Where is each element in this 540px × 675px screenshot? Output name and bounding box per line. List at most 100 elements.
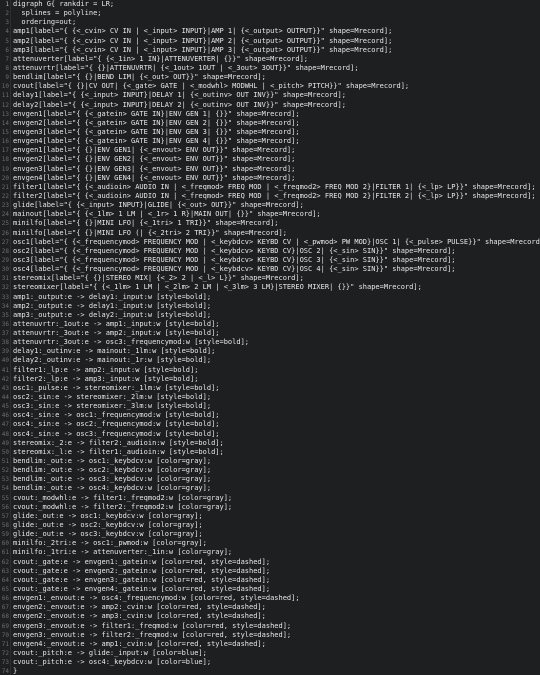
code-text[interactable]: envgen2[label="{ {<_gatein> GATE IN}|ENV… [13, 119, 300, 128]
code-line[interactable]: 4 amp1[label="{ {<_cvin> CV IN | <_input>… [0, 27, 540, 36]
code-text[interactable]: minilfo[label="{ {}|MINI LFO (| {<_2tri>… [13, 229, 287, 238]
code-line[interactable]: 42 filter2:_lp:e -> amp3:_input:w [style=… [0, 375, 540, 384]
code-line[interactable]: 39 delay1:_outinv:e -> mainout:_1lm:w [st… [0, 347, 540, 356]
code-text[interactable]: osc4:_sin:e -> osc2:_frequencymod:w [sty… [13, 420, 220, 429]
code-line[interactable]: 25 minilfo[label="{ {}|MINI LFO| {<_1tri>… [0, 219, 540, 228]
code-text[interactable]: glide:_out:e -> osc1:_keybdcv:w [color=g… [13, 512, 203, 521]
code-line[interactable]: 14 envgen2[label="{ {<_gatein> GATE IN}|E… [0, 119, 540, 128]
code-text[interactable]: delay2:_outinv:e -> mainout:_1r:w [style… [13, 356, 211, 365]
code-text[interactable]: minilfo:_2tri:e -> osc1:_pwmod:w [color=… [13, 539, 207, 548]
code-line[interactable]: 41 filter1:_lp:e -> amp2:_input:w [style=… [0, 366, 540, 375]
code-text[interactable]: cvout:_pitch:e -> glide:_input:w [color=… [13, 649, 207, 658]
code-line[interactable]: 53 bendlim:_out:e -> osc3:_keybdcv:w [col… [0, 475, 540, 484]
code-text[interactable]: cvout:_gate:e -> envgen2:_gatein:w [colo… [13, 567, 270, 576]
code-text[interactable]: attenuvrtr:_1out:e -> amp1:_input:w [sty… [13, 320, 220, 329]
code-text[interactable]: glide:_out:e -> osc2:_keybdcv:w [color=g… [13, 521, 203, 530]
code-line[interactable]: 66 envgen1:_envout:e -> osc4:_frequencymo… [0, 594, 540, 603]
code-text[interactable]: envgen2:_envout:e -> amp3:_cvin:w [color… [13, 612, 266, 621]
code-text[interactable]: envgen2[label="{ {}|ENV GEN2| {<_envout>… [13, 155, 295, 164]
code-text[interactable]: osc4[label="{ {<_frequencymod> FREQUENCY… [13, 265, 456, 274]
code-line[interactable]: 8 attenuvrtr[label="{ {}|ATTENUVRTR| {<_1… [0, 64, 540, 73]
code-line[interactable]: 11 delay1[label="{ {<_input> INPUT}|DELAY… [0, 91, 540, 100]
code-line[interactable]: 18 envgen2[label="{ {}|ENV GEN2| {<_envou… [0, 155, 540, 164]
code-text[interactable]: cvout:_pitch:e -> osc4:_keybdcv:w [color… [13, 658, 211, 667]
code-line[interactable]: 71 envgen4:_envout:e -> amp1:_cvin:w [col… [0, 640, 540, 649]
code-line[interactable]: 31 stereomix[label="{ {}|STEREO MIX| {<_2… [0, 274, 540, 283]
code-line[interactable]: 46 osc4:_sin:e -> osc1:_frequencymod:w [s… [0, 411, 540, 420]
code-line[interactable]: 15 envgen3[label="{ {<_gatein> GATE IN}|E… [0, 128, 540, 137]
code-line[interactable]: 57 glide:_out:e -> osc1:_keybdcv:w [color… [0, 512, 540, 521]
code-text[interactable]: stereomix:_l:e -> filter1:_audioin:w [st… [13, 448, 224, 457]
code-text[interactable]: bendlim:_out:e -> osc4:_keybdcv:w [color… [13, 484, 211, 493]
code-text[interactable]: cvout:_gate:e -> envgen3:_gatein:w [colo… [13, 576, 270, 585]
code-line[interactable]: 28 osc2[label="{ {<_frequencymod> FREQUEN… [0, 247, 540, 256]
code-text[interactable]: envgen4[label="{ {<_gatein> GATE IN}|ENV… [13, 137, 300, 146]
code-text[interactable]: cvout:_gate:e -> envgen1:_gatein:w [colo… [13, 558, 270, 567]
code-line[interactable]: 67 envgen2:_envout:e -> amp2:_cvin:w [col… [0, 603, 540, 612]
code-line[interactable]: 34 amp2:_output:e -> delay1:_input:w [sty… [0, 302, 540, 311]
code-text[interactable]: amp3:_output:e -> delay2:_input:w [style… [13, 311, 211, 320]
code-line[interactable]: 20 envgen4[label="{ {}|ENV GEN4| {<_envou… [0, 174, 540, 183]
code-line[interactable]: 70 envgen3:_envout:e -> filter2:_freqmod:… [0, 631, 540, 640]
code-line[interactable]: 61 minilfo:_1tri:e -> attenuverter:_1in:w… [0, 548, 540, 557]
code-text[interactable]: osc4:_sin:e -> osc3:_frequencymod:w [sty… [13, 430, 220, 439]
code-line[interactable]: 30 osc4[label="{ {<_frequencymod> FREQUEN… [0, 265, 540, 274]
code-text[interactable]: envgen1[label="{ {<_gatein> GATE IN}|ENV… [13, 110, 300, 119]
code-text[interactable]: cvout[label="{ {}|CV OUT| {<_gate> GATE … [13, 82, 409, 91]
code-area[interactable]: 1 digraph G{ rankdir = LR; 2 splines = pol… [0, 0, 540, 675]
code-text[interactable]: filter1:_lp:e -> amp2:_input:w [style=bo… [13, 366, 198, 375]
code-text[interactable]: minilfo[label="{ {}|MINI LFO| {<_1tri> 1… [13, 219, 279, 228]
code-text[interactable]: mainout[label="{ {<_1lm> 1 LM | <_1r> 1 … [13, 210, 321, 219]
code-text[interactable]: attenuverter[label="{ {<_1in> 1 IN}|ATTE… [13, 55, 308, 64]
code-text[interactable]: filter1[label="{ {<_audioin> AUDIO IN | … [13, 183, 536, 192]
code-text[interactable]: envgen3:_envout:e -> filter1:_freqmod:w … [13, 622, 291, 631]
code-text[interactable]: envgen3:_envout:e -> filter2:_freqmod:w … [13, 631, 291, 640]
code-line[interactable]: 29 osc3[label="{ {<_frequencymod> FREQUEN… [0, 256, 540, 265]
code-line[interactable]: 50 stereomix:_l:e -> filter1:_audioin:w [… [0, 448, 540, 457]
code-line[interactable]: 43 osc1:_pulse:e -> stereomixer:_1lm:w [s… [0, 384, 540, 393]
code-text[interactable]: minilfo:_1tri:e -> attenuverter:_1in:w [… [13, 548, 232, 557]
code-text[interactable]: ordering=out; [13, 18, 76, 27]
code-text[interactable]: splines = polyline; [13, 9, 101, 18]
code-text[interactable]: delay1:_outinv:e -> mainout:_1lm:w [styl… [13, 347, 215, 356]
code-line[interactable]: 52 bendlim:_out:e -> osc2:_keybdcv:w [col… [0, 466, 540, 475]
code-line[interactable]: 55 cvout:_modwhl:e -> filter1:_freqmod2:w… [0, 494, 540, 503]
code-text[interactable]: attenuvrtr[label="{ {}|ATTENUVRTR| {<_1o… [13, 64, 359, 73]
code-line[interactable]: 36 attenuvrtr:_1out:e -> amp1:_input:w [s… [0, 320, 540, 329]
code-line[interactable]: 65 cvout:_gate:e -> envgen4:_gatein:w [co… [0, 585, 540, 594]
code-line[interactable]: 10 cvout[label="{ {}|CV OUT| {<_gate> GAT… [0, 82, 540, 91]
code-text[interactable]: attenuvrtr:_3out:e -> amp2:_input:w [sty… [13, 329, 220, 338]
code-line[interactable]: 35 amp3:_output:e -> delay2:_input:w [sty… [0, 311, 540, 320]
code-text[interactable]: glide[label="{ {<_input> INPUT}|GLIDE| {… [13, 201, 304, 210]
code-line[interactable]: 23 glide[label="{ {<_input> INPUT}|GLIDE|… [0, 201, 540, 210]
code-text[interactable]: envgen3[label="{ {<_gatein> GATE IN}|ENV… [13, 128, 300, 137]
code-line[interactable]: 60 minilfo:_2tri:e -> osc1:_pwmod:w [colo… [0, 539, 540, 548]
code-text[interactable]: osc1:_pulse:e -> stereomixer:_1lm:w [sty… [13, 384, 220, 393]
code-text[interactable]: osc2:_sin:e -> stereomixer:_2lm:w [style… [13, 393, 211, 402]
code-line[interactable]: 16 envgen4[label="{ {<_gatein> GATE IN}|E… [0, 137, 540, 146]
code-text[interactable]: stereomix:_2:e -> filter2:_audioin:w [st… [13, 439, 224, 448]
code-text[interactable]: delay1[label="{ {<_input> INPUT}|DELAY 1… [13, 91, 346, 100]
code-text[interactable]: delay2[label="{ {<_input> INPUT}|DELAY 2… [13, 101, 346, 110]
code-text[interactable]: envgen1:_envout:e -> osc4:_frequencymod:… [13, 594, 300, 603]
code-editor[interactable]: 1 digraph G{ rankdir = LR; 2 splines = pol… [0, 0, 540, 675]
code-text[interactable]: cvout:_modwhl:e -> filter2:_freqmod2:w [… [13, 503, 232, 512]
code-line[interactable]: 73 cvout:_pitch:e -> osc4:_keybdcv:w [col… [0, 658, 540, 667]
code-line[interactable]: 3 ordering=out; [0, 18, 540, 27]
code-line[interactable]: 27 osc1[label="{ {<_frequencymod> FREQUEN… [0, 238, 540, 247]
code-line[interactable]: 5 amp2[label="{ {<_cvin> CV IN | <_input>… [0, 37, 540, 46]
code-text[interactable]: digraph G{ rankdir = LR; [13, 0, 114, 9]
code-text[interactable]: amp3[label="{ {<_cvin> CV IN | <_input> … [13, 46, 392, 55]
code-line[interactable]: 68 envgen2:_envout:e -> amp3:_cvin:w [col… [0, 612, 540, 621]
code-line[interactable]: 17 envgen1[label="{ {}|ENV GEN1| {<_envou… [0, 146, 540, 155]
code-text[interactable]: amp1:_output:e -> delay1:_input:w [style… [13, 293, 211, 302]
code-text[interactable]: osc4:_sin:e -> osc1:_frequencymod:w [sty… [13, 411, 220, 420]
code-text[interactable]: amp2[label="{ {<_cvin> CV IN | <_input> … [13, 37, 392, 46]
code-line[interactable]: 13 envgen1[label="{ {<_gatein> GATE IN}|E… [0, 110, 540, 119]
code-text[interactable]: bendlim:_out:e -> osc1:_keybdcv:w [color… [13, 457, 211, 466]
code-line[interactable]: 26 minilfo[label="{ {}|MINI LFO (| {<_2tr… [0, 229, 540, 238]
code-line[interactable]: 1 digraph G{ rankdir = LR; [0, 0, 540, 9]
code-line[interactable]: 64 cvout:_gate:e -> envgen3:_gatein:w [co… [0, 576, 540, 585]
code-line[interactable]: 22 filter2[label="{ {<_audioin> AUDIO IN … [0, 192, 540, 201]
code-text[interactable]: stereomixer[label="{ {<_1lm> 1 LM | <_2l… [13, 283, 422, 292]
